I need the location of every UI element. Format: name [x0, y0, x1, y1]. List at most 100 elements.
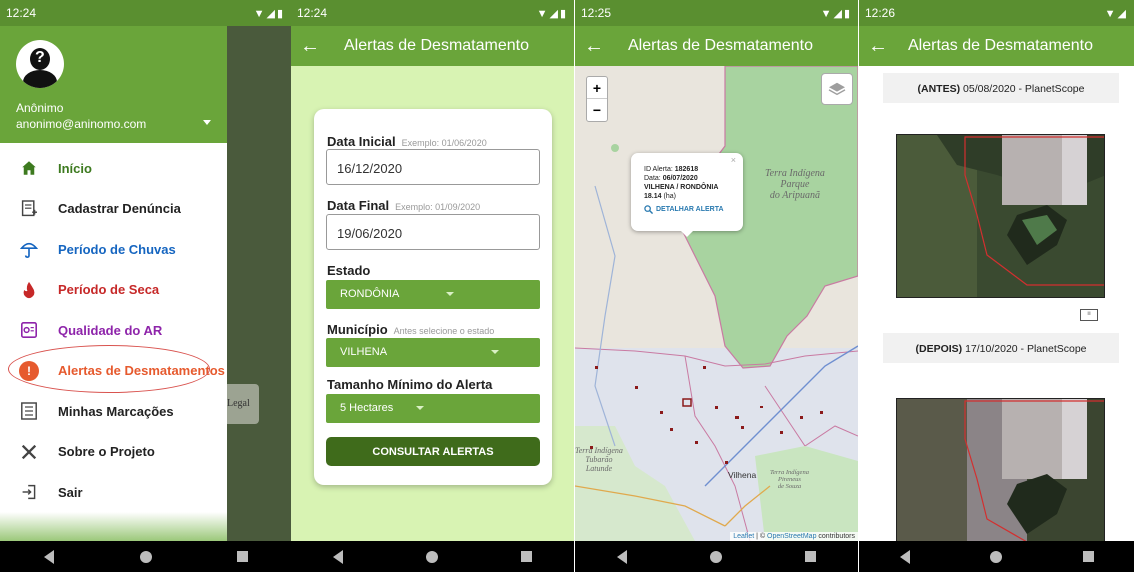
back-nav-icon[interactable] — [328, 547, 348, 567]
back-arrow-icon[interactable]: ← — [859, 35, 897, 58]
popup-location: VILHENA / RONDÔNIA — [644, 184, 719, 191]
map-label-pireneus-souza: Terra Indígena Pireneus de Souza — [770, 469, 809, 490]
home-nav-icon[interactable] — [422, 547, 442, 567]
status-icons: ▼◢▮ — [536, 7, 568, 20]
drawer-menu: Início Cadastrar Denúncia Período de Chu… — [0, 148, 227, 513]
background-legal-label: Legal — [227, 384, 259, 424]
menu-item-sair[interactable]: Sair — [0, 472, 227, 513]
menu-item-sobre-projeto[interactable]: Sobre o Projeto — [0, 432, 227, 473]
popup-area: 18.14 (ha) — [644, 193, 676, 200]
zoom-in-button[interactable]: + — [587, 77, 607, 99]
back-nav-icon[interactable] — [39, 547, 59, 567]
tamanho-select[interactable]: 5 Hectares — [326, 394, 540, 423]
app-bar: ← Alertas de Desmatamento — [575, 26, 858, 66]
data-inicial-input[interactable]: 16/12/2020 — [326, 149, 540, 185]
recents-nav-icon[interactable] — [1078, 547, 1098, 567]
menu-item-label: Início — [58, 160, 92, 176]
osm-link[interactable]: OpenStreetMap — [767, 533, 816, 540]
navigation-drawer: ? Anônimo anonimo@aninomo.com Início Cad… — [0, 0, 227, 541]
menu-item-inicio[interactable]: Início — [0, 148, 227, 189]
popup-id-line: ID Alerta: 182618 — [644, 166, 699, 173]
back-arrow-icon[interactable]: ← — [575, 35, 613, 58]
close-icon[interactable]: × — [731, 156, 736, 165]
system-nav-bar — [291, 541, 574, 572]
zoom-out-button[interactable]: − — [587, 99, 607, 121]
detalhar-alerta-link[interactable]: DETALHAR ALERTA — [644, 205, 733, 214]
zoom-control: + − — [586, 76, 608, 122]
alert-detail-screen: 12:26 ▼◢ ← Alertas de Desmatamento (ANTE… — [859, 0, 1134, 572]
data-inicial-hint: Exemplo: 01/06/2020 — [401, 138, 487, 148]
layers-icon[interactable] — [821, 73, 853, 105]
report-add-icon — [0, 200, 58, 218]
system-nav-bar — [0, 541, 291, 572]
menu-item-periodo-seca[interactable]: Período de Seca — [0, 270, 227, 311]
fire-icon — [0, 281, 58, 299]
screenshot-collage: Legal ? Anônimo anonimo@aninomo.com Iníc… — [0, 0, 1134, 572]
municipio-select[interactable]: VILHENA — [326, 338, 540, 367]
menu-item-label: Período de Seca — [58, 282, 160, 298]
air-quality-icon — [0, 322, 58, 339]
list-icon — [0, 402, 58, 420]
menu-item-cadastrar-denuncia[interactable]: Cadastrar Denúncia — [0, 189, 227, 230]
menu-item-label: Sobre o Projeto — [58, 444, 155, 460]
status-bar: 12:24 ▼◢▮ — [291, 0, 574, 26]
page-title: Alertas de Desmatamento — [908, 37, 1093, 54]
status-bar: 12:25 ▼◢▮ — [575, 0, 858, 26]
recents-nav-icon[interactable] — [517, 547, 537, 567]
estado-label: Estado — [327, 263, 371, 278]
app-bar: ← Alertas de Desmatamento — [859, 26, 1134, 66]
leaflet-link[interactable]: Leaflet — [733, 533, 754, 540]
after-satellite-image — [896, 398, 1105, 541]
map-screen: 12:25 ▼◢▮ ← Alertas de Desmatamento + − … — [575, 0, 858, 572]
before-satellite-image — [896, 134, 1105, 298]
filter-form-screen: 12:24 ▼◢▮ ← Alertas de Desmatamento Data… — [291, 0, 574, 572]
app-bar: ← Alertas de Desmatamento — [291, 26, 574, 66]
menu-item-label: Sair — [58, 484, 83, 500]
umbrella-icon — [0, 239, 58, 259]
home-nav-icon[interactable] — [136, 547, 156, 567]
map-view[interactable]: + − × ID Alerta: 182618 Data: 06/07/2020… — [575, 66, 858, 541]
logout-icon — [0, 484, 58, 500]
page-title: Alertas de Desmatamento — [628, 37, 813, 54]
before-caption: (ANTES) 05/08/2020 - PlanetScope — [883, 73, 1119, 103]
chevron-down-icon — [491, 350, 499, 354]
avatar: ? — [16, 40, 64, 88]
data-final-input[interactable]: 19/06/2020 — [326, 214, 540, 250]
home-nav-icon[interactable] — [706, 547, 726, 567]
chevron-down-icon — [416, 406, 424, 410]
magnifier-icon — [644, 205, 653, 214]
menu-item-minhas-marcacoes[interactable]: Minhas Marcações — [0, 391, 227, 432]
back-nav-icon[interactable] — [895, 547, 915, 567]
status-time: 12:24 — [6, 6, 37, 20]
municipio-label: Município Antes selecione o estado — [327, 322, 495, 337]
status-time: 12:24 — [297, 6, 328, 20]
status-bar: 12:26 ▼◢ — [859, 0, 1134, 26]
municipio-hint: Antes selecione o estado — [393, 326, 495, 336]
alert-popup: × ID Alerta: 182618 Data: 06/07/2020 VIL… — [631, 153, 743, 237]
data-final-hint: Exemplo: 01/09/2020 — [395, 202, 481, 212]
back-nav-icon[interactable] — [612, 547, 632, 567]
after-caption: (DEPOIS) 17/10/2020 - PlanetScope — [883, 333, 1119, 363]
map-label-parque-aripuana: Terra Indígena Parque do Aripuanã — [765, 168, 825, 201]
drawer-scrim[interactable]: Legal — [227, 0, 291, 541]
recents-nav-icon[interactable] — [801, 547, 821, 567]
filter-card: Data Inicial Exemplo: 01/06/2020 16/12/20… — [314, 109, 552, 485]
highlight-oval — [8, 345, 210, 393]
back-arrow-icon[interactable]: ← — [291, 35, 329, 58]
data-final-label: Data Final Exemplo: 01/09/2020 — [327, 198, 481, 213]
account-dropdown-icon[interactable] — [203, 120, 211, 125]
map-label-tubarao-latunde: Terra Indígena Tubarão Latunde — [575, 446, 623, 473]
user-email: anonimo@aninomo.com — [16, 117, 147, 131]
status-icons: ▼◢▮ — [253, 7, 285, 20]
menu-item-periodo-chuvas[interactable]: Período de Chuvas — [0, 229, 227, 270]
menu-item-label: Minhas Marcações — [58, 403, 174, 419]
consultar-alertas-button[interactable]: CONSULTAR ALERTAS — [326, 437, 540, 466]
menu-item-label: Qualidade do AR — [58, 322, 163, 338]
home-icon — [0, 159, 58, 177]
menu-item-label: Cadastrar Denúncia — [58, 201, 181, 217]
scale-bar: ||| — [1080, 309, 1098, 321]
home-nav-icon[interactable] — [986, 547, 1006, 567]
estado-select[interactable]: RONDÔNIA — [326, 280, 540, 309]
page-title: Alertas de Desmatamento — [344, 37, 529, 54]
recents-nav-icon[interactable] — [233, 547, 253, 567]
